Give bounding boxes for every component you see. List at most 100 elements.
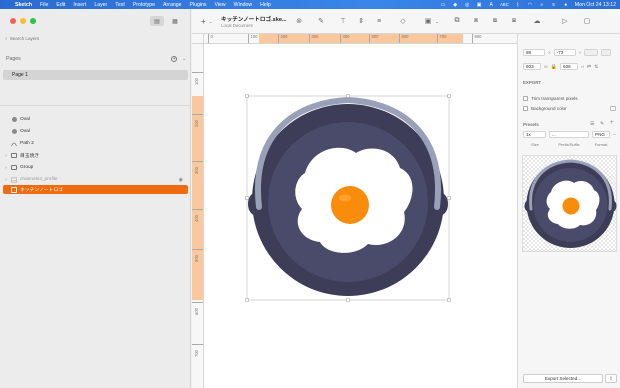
layers-view-button[interactable]: ▤: [150, 16, 164, 26]
flip-vertical-icon[interactable]: ⇅: [594, 64, 598, 70]
display-icon[interactable]: ▣: [476, 2, 482, 8]
menu-insert[interactable]: Insert: [73, 2, 86, 8]
cloud-icon[interactable]: ☁: [532, 16, 542, 26]
resize-handle[interactable]: [245, 298, 249, 302]
menu-file[interactable]: File: [40, 2, 48, 8]
subtract-icon[interactable]: ⧈: [471, 16, 481, 26]
resize-handle[interactable]: [447, 196, 451, 200]
layer-row-oval-2[interactable]: Oval: [3, 127, 188, 136]
layer-row-artboard[interactable]: キッチンノートロゴ: [3, 185, 188, 194]
slice-icon[interactable]: ✎: [600, 121, 604, 127]
format-select[interactable]: PNG: [592, 131, 610, 138]
chevron-down-icon[interactable]: ⌄: [209, 19, 212, 24]
play-icon[interactable]: ▷: [560, 16, 570, 26]
bluetooth-icon[interactable]: ᛒ: [515, 2, 521, 8]
status-area: ▭ ◆ ◎ ▣ A ABC ᛒ ◠ ⌕ ≡ ● Mon Oct 24 13:12: [440, 2, 616, 8]
resize-handle[interactable]: [447, 94, 451, 98]
remove-export-icon[interactable]: −: [613, 132, 616, 138]
chevron-right-icon[interactable]: ›: [3, 153, 9, 158]
background-row[interactable]: Background color: [523, 106, 616, 111]
menu-app[interactable]: Sketch: [15, 2, 32, 8]
vertical-ruler[interactable]: 100 200 300 400 500 600 700: [192, 44, 204, 388]
y-field[interactable]: -73: [553, 49, 576, 56]
creative-cloud-icon[interactable]: ◎: [464, 2, 470, 8]
rotation-field[interactable]: [584, 49, 599, 56]
union-icon[interactable]: ⧉: [452, 16, 462, 26]
add-page-icon[interactable]: +: [171, 56, 178, 62]
insert-plus-icon[interactable]: +: [201, 17, 206, 26]
resize-handle[interactable]: [346, 94, 350, 98]
width-field[interactable]: 603: [523, 63, 541, 70]
document-title[interactable]: キッチンノートロゴ.ske...: [221, 15, 287, 23]
chevron-right-icon[interactable]: ›: [3, 165, 9, 170]
layer-label: Oval: [20, 117, 30, 122]
control-center-icon[interactable]: ≡: [551, 2, 557, 8]
distribute-icon[interactable]: ⇕: [356, 16, 366, 26]
difference-icon[interactable]: ⧆: [509, 16, 519, 26]
zoom-window-button[interactable]: [30, 18, 36, 24]
menu-view[interactable]: View: [215, 2, 226, 8]
flip-horizontal-icon[interactable]: ⇄: [587, 64, 591, 70]
create-symbol-icon[interactable]: ◇: [398, 16, 408, 26]
edit-icon[interactable]: ✎: [316, 16, 326, 26]
screen-icon[interactable]: ▭: [440, 2, 446, 8]
symbol-icon[interactable]: ⊚: [294, 16, 304, 26]
canvas[interactable]: 0 100 200 300 400 500 600 700 800 100 20…: [192, 34, 517, 388]
input-source-label[interactable]: ABC: [500, 2, 509, 7]
chevron-right-icon[interactable]: ›: [3, 177, 9, 182]
background-checkbox[interactable]: [523, 106, 528, 111]
page-item[interactable]: Page 1: [3, 70, 188, 80]
siri-icon[interactable]: ●: [563, 2, 569, 8]
share-icon[interactable]: ⇪: [605, 374, 617, 383]
preset-options-icon[interactable]: ☰: [590, 121, 594, 127]
menu-prototype[interactable]: Prototype: [133, 2, 155, 8]
layout-icon[interactable]: ≡: [374, 16, 384, 26]
artboard[interactable]: [204, 44, 517, 388]
menu-plugins[interactable]: Plugins: [190, 2, 207, 8]
menu-edit[interactable]: Edit: [56, 2, 65, 8]
resize-handle[interactable]: [245, 94, 249, 98]
export-selected-button[interactable]: Export Selected...: [523, 374, 603, 383]
flip-field[interactable]: [601, 49, 612, 56]
chevron-down-icon[interactable]: ⌄: [432, 16, 442, 26]
menu-text[interactable]: Text: [115, 2, 125, 8]
components-view-button[interactable]: ▦: [168, 16, 182, 26]
x-field[interactable]: 88: [523, 49, 545, 56]
trim-row[interactable]: Trim transparent pixels: [523, 96, 578, 101]
clock[interactable]: Mon Oct 24 13:12: [575, 2, 616, 8]
fried-egg-pan-logo[interactable]: [204, 44, 517, 388]
intersect-icon[interactable]: ⧇: [490, 16, 500, 26]
dropbox-icon[interactable]: ◆: [452, 2, 458, 8]
hidden-eye-icon[interactable]: ◉: [179, 177, 183, 183]
resize-handle[interactable]: [447, 298, 451, 302]
lock-ratio-icon[interactable]: 🔒: [551, 64, 557, 70]
prefix-select[interactable]: ...: [549, 131, 589, 138]
pages-layers-divider[interactable]: [0, 105, 191, 106]
layer-row-path[interactable]: Path 2: [3, 139, 188, 148]
align-icon[interactable]: ⊤: [338, 16, 348, 26]
menu-layer[interactable]: Layer: [94, 2, 107, 8]
horizontal-ruler[interactable]: 0 100 200 300 400 500 600 700 800: [204, 34, 517, 44]
resize-handle[interactable]: [346, 298, 350, 302]
layer-search-input[interactable]: [9, 36, 160, 41]
close-window-button[interactable]: [10, 18, 16, 24]
search-icon[interactable]: ⌕: [539, 2, 545, 8]
background-color-swatch[interactable]: [610, 106, 616, 111]
resize-handle[interactable]: [245, 196, 249, 200]
height-field[interactable]: 606: [560, 63, 579, 70]
chevron-down-icon[interactable]: ⌄: [182, 56, 186, 62]
layer-row-group-egg[interactable]: › 目玉焼き: [3, 151, 188, 160]
size-select[interactable]: 1x: [523, 131, 546, 138]
layer-row-group[interactable]: › Group: [3, 163, 188, 172]
wifi-icon[interactable]: ◠: [527, 2, 533, 8]
present-icon[interactable]: ▢: [582, 16, 592, 26]
menu-window[interactable]: Window: [234, 2, 252, 8]
layer-row-image[interactable]: › channels4_profile ◉: [3, 175, 188, 184]
menu-arrange[interactable]: Arrange: [163, 2, 181, 8]
input-source-icon[interactable]: A: [488, 2, 494, 8]
layer-row-oval-1[interactable]: Oval: [3, 115, 188, 124]
trim-checkbox[interactable]: [523, 96, 528, 101]
add-export-icon[interactable]: +: [610, 120, 614, 126]
minimize-window-button[interactable]: [20, 18, 26, 24]
menu-help[interactable]: Help: [260, 2, 271, 8]
